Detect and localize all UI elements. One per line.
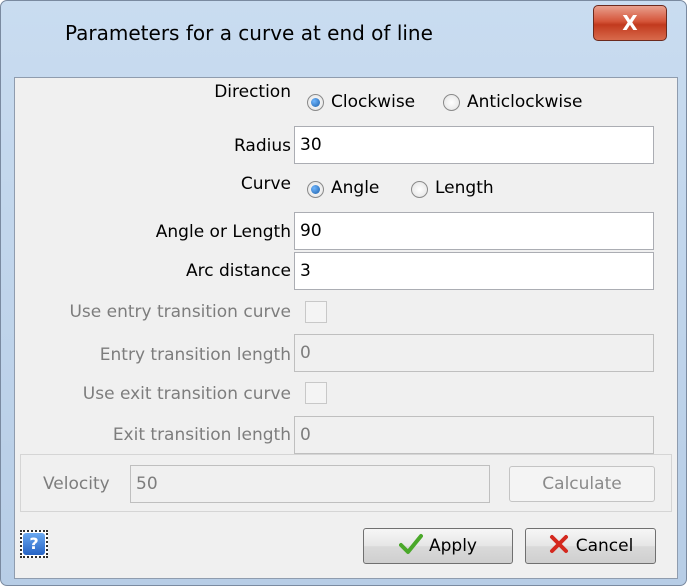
radio-clockwise[interactable]	[307, 94, 324, 111]
close-icon: X	[622, 11, 638, 35]
cross-icon	[548, 533, 570, 560]
exit-transition-length-input[interactable]: 0	[294, 416, 654, 454]
arc-distance-label: Arc distance	[185, 261, 291, 281]
calculate-button[interactable]: Calculate	[509, 466, 655, 502]
cancel-button-label: Cancel	[575, 536, 634, 556]
velocity-label: Velocity	[43, 474, 110, 494]
entry-transition-length-input[interactable]: 0	[294, 334, 654, 372]
apply-button[interactable]: Apply	[363, 528, 513, 564]
window-title: Parameters for a curve at end of line	[65, 21, 433, 45]
close-button[interactable]: X	[593, 5, 667, 41]
dialog-body: Direction Clockwise Anticlockwise Radius…	[14, 77, 678, 579]
radius-label: Radius	[233, 136, 291, 156]
curve-label: Curve	[240, 174, 291, 194]
checkmark-icon	[399, 533, 423, 560]
radio-length-label[interactable]: Length	[435, 176, 494, 200]
dialog-window: Parameters for a curve at end of line X …	[0, 0, 687, 586]
help-button[interactable]: ?	[20, 530, 48, 558]
radio-angle-label[interactable]: Angle	[331, 176, 379, 200]
radius-input[interactable]: 30	[294, 126, 654, 164]
angle-or-length-label: Angle or Length	[155, 222, 291, 242]
calculate-button-label: Calculate	[542, 474, 622, 494]
direction-label: Direction	[214, 82, 291, 102]
entry-transition-length-label: Entry transition length	[99, 345, 291, 365]
title-bar[interactable]: Parameters for a curve at end of line X	[1, 1, 686, 75]
radio-length[interactable]	[411, 181, 428, 198]
use-entry-transition-checkbox[interactable]	[305, 301, 327, 323]
arc-distance-input[interactable]: 3	[294, 252, 654, 290]
radio-clockwise-label[interactable]: Clockwise	[331, 90, 415, 114]
apply-button-label: Apply	[429, 536, 477, 556]
cancel-button[interactable]: Cancel	[525, 528, 656, 564]
angle-or-length-input[interactable]: 90	[294, 212, 654, 250]
use-exit-transition-checkbox[interactable]	[305, 382, 327, 404]
use-exit-transition-label: Use exit transition curve	[82, 384, 291, 404]
help-icon: ?	[23, 533, 45, 555]
radio-anticlockwise[interactable]	[443, 94, 460, 111]
use-entry-transition-label: Use entry transition curve	[69, 302, 291, 322]
radio-angle[interactable]	[307, 181, 324, 198]
radio-anticlockwise-label[interactable]: Anticlockwise	[467, 90, 582, 114]
exit-transition-length-label: Exit transition length	[112, 425, 291, 445]
velocity-input[interactable]: 50	[130, 465, 490, 503]
